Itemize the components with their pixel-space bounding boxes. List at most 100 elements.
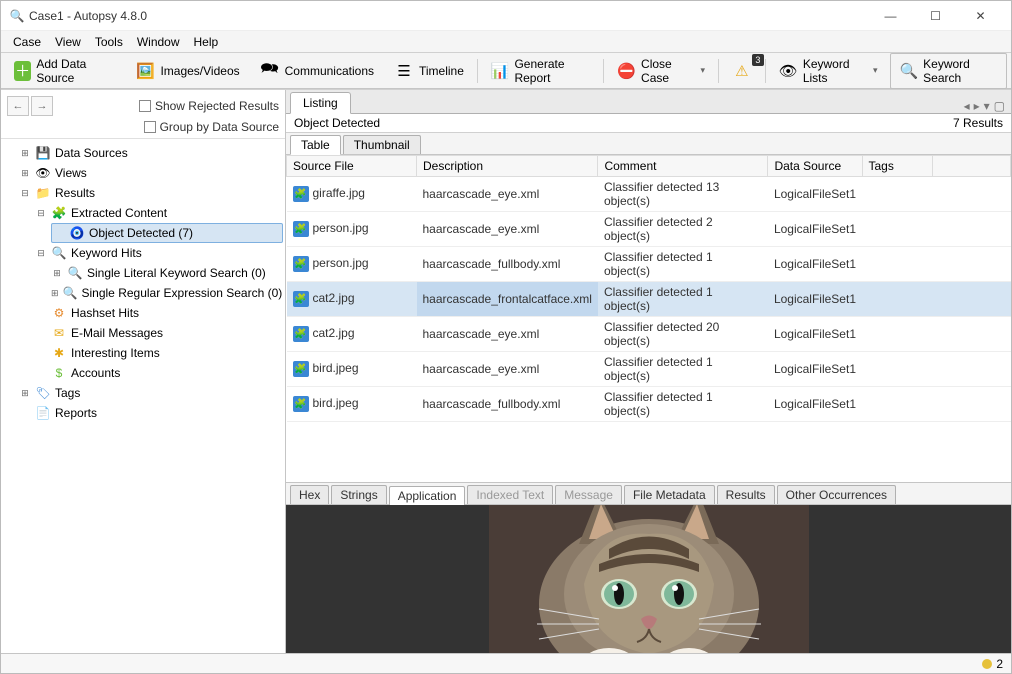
left-pane: ← → Show Rejected Results Group by Data … bbox=[1, 90, 286, 653]
images-videos-label: Images/Videos bbox=[160, 64, 239, 78]
forward-button[interactable]: → bbox=[31, 96, 53, 116]
keyword-lists-button[interactable]: 👁Keyword Lists ▾ bbox=[770, 53, 887, 89]
listing-count: 7 Results bbox=[953, 116, 1003, 130]
keyword-search-label: Keyword Search bbox=[923, 57, 998, 85]
results-icon: 📁 bbox=[35, 185, 51, 201]
keyword-icon: 🔍 bbox=[51, 245, 67, 261]
keyword-search-button[interactable]: 🔍Keyword Search bbox=[890, 53, 1007, 89]
group-by-source-label: Group by Data Source bbox=[160, 120, 279, 134]
report-icon: 📊 bbox=[491, 61, 510, 81]
communications-button[interactable]: 🗪Communications bbox=[251, 57, 383, 85]
group-by-source-checkbox[interactable]: Group by Data Source bbox=[144, 120, 279, 134]
add-data-source-label: Add Data Source bbox=[36, 57, 115, 85]
tree-keyword-hits[interactable]: ⊟🔍Keyword Hits bbox=[3, 243, 283, 263]
table-row[interactable]: 🧩person.jpghaarcascade_eye.xmlClassifier… bbox=[287, 212, 1011, 247]
close-case-button[interactable]: ⛔Close Case▾ bbox=[608, 53, 714, 89]
timeline-button[interactable]: ☰ Timeline bbox=[385, 57, 473, 85]
images-icon: 🖼️ bbox=[135, 61, 155, 81]
close-case-icon: ⛔ bbox=[617, 61, 636, 81]
tab-maximize-icon[interactable]: ▢ bbox=[994, 99, 1005, 113]
file-icon: 🧩 bbox=[293, 326, 309, 342]
table-row[interactable]: 🧩giraffe.jpghaarcascade_eye.xmlClassifie… bbox=[287, 177, 1011, 212]
tab-strings[interactable]: Strings bbox=[331, 485, 386, 504]
warnings-button[interactable]: ⚠3 bbox=[723, 57, 761, 85]
warning-badge: 3 bbox=[752, 54, 764, 66]
back-button[interactable]: ← bbox=[7, 96, 29, 116]
menu-view[interactable]: View bbox=[49, 33, 87, 51]
tree-view[interactable]: ⊞💾Data Sources ⊞👁Views ⊟📁Results ⊟🧩Extra… bbox=[1, 139, 285, 653]
tree-views[interactable]: ⊞👁Views bbox=[3, 163, 283, 183]
table-row[interactable]: 🧩bird.jpeghaarcascade_eye.xmlClassifier … bbox=[287, 352, 1011, 387]
comm-icon: 🗪 bbox=[260, 61, 280, 81]
minimize-button[interactable]: — bbox=[868, 2, 913, 30]
timeline-label: Timeline bbox=[419, 64, 464, 78]
tab-other-occurrences[interactable]: Other Occurrences bbox=[777, 485, 896, 504]
menu-tools[interactable]: Tools bbox=[89, 33, 129, 51]
tree-hashset-hits[interactable]: ⚙Hashset Hits bbox=[3, 303, 283, 323]
close-button[interactable]: ✕ bbox=[958, 2, 1003, 30]
timeline-icon: ☰ bbox=[394, 61, 414, 81]
hashset-icon: ⚙ bbox=[51, 305, 67, 321]
tab-application[interactable]: Application bbox=[389, 486, 466, 505]
tab-next-icon[interactable]: ▸ bbox=[974, 99, 980, 113]
table-row[interactable]: 🧩cat2.jpghaarcascade_frontalcatface.xmlC… bbox=[287, 282, 1011, 317]
search-icon: 🔍 bbox=[67, 265, 83, 281]
content-viewer-tabs: Hex Strings Application Indexed Text Mes… bbox=[286, 483, 1011, 505]
star-icon: ✱ bbox=[51, 345, 67, 361]
image-viewer[interactable] bbox=[286, 505, 1011, 653]
close-case-label: Close Case bbox=[641, 57, 691, 85]
views-icon: 👁 bbox=[35, 165, 51, 181]
maximize-button[interactable]: ☐ bbox=[913, 2, 958, 30]
tree-data-sources[interactable]: ⊞💾Data Sources bbox=[3, 143, 283, 163]
tab-prev-icon[interactable]: ◂ bbox=[964, 99, 970, 113]
results-table-wrap[interactable]: Source File Description Comment Data Sou… bbox=[286, 155, 1011, 422]
object-icon: 🧿 bbox=[69, 225, 85, 241]
tab-hex[interactable]: Hex bbox=[290, 485, 329, 504]
chevron-down-icon: ▾ bbox=[873, 65, 878, 76]
tree-tags[interactable]: ⊞🏷Tags bbox=[3, 383, 283, 403]
extracted-icon: 🧩 bbox=[51, 205, 67, 221]
col-source[interactable]: Source File bbox=[287, 156, 417, 177]
table-row[interactable]: 🧩person.jpghaarcascade_fullbody.xmlClass… bbox=[287, 247, 1011, 282]
tree-object-detected[interactable]: 🧿Object Detected (7) bbox=[51, 223, 283, 243]
col-description[interactable]: Description bbox=[417, 156, 598, 177]
tree-results[interactable]: ⊟📁Results bbox=[3, 183, 283, 203]
show-rejected-checkbox[interactable]: Show Rejected Results bbox=[139, 99, 279, 113]
statusbar: 2 bbox=[1, 653, 1011, 673]
tab-results[interactable]: Results bbox=[717, 485, 775, 504]
tree-single-regex[interactable]: ⊞🔍Single Regular Expression Search (0) bbox=[3, 283, 283, 303]
tree-accounts[interactable]: $Accounts bbox=[3, 363, 283, 383]
generate-report-button[interactable]: 📊Generate Report bbox=[482, 53, 600, 89]
view-table-tab[interactable]: Table bbox=[290, 135, 341, 155]
menu-case[interactable]: Case bbox=[7, 33, 47, 51]
tab-listing[interactable]: Listing bbox=[290, 92, 351, 114]
tab-file-metadata[interactable]: File Metadata bbox=[624, 485, 715, 504]
add-data-source-button[interactable]: ＋Add Data Source bbox=[5, 53, 124, 89]
table-row[interactable]: 🧩cat2.jpghaarcascade_eye.xmlClassifier d… bbox=[287, 317, 1011, 352]
menu-window[interactable]: Window bbox=[131, 33, 186, 51]
email-icon: ✉ bbox=[51, 325, 67, 341]
tree-extracted-content[interactable]: ⊟🧩Extracted Content bbox=[3, 203, 283, 223]
status-count: 2 bbox=[996, 657, 1003, 671]
col-tags[interactable]: Tags bbox=[862, 156, 932, 177]
menu-help[interactable]: Help bbox=[188, 33, 225, 51]
tab-menu-icon[interactable]: ▾ bbox=[984, 99, 990, 113]
tree-interesting-items[interactable]: ✱Interesting Items bbox=[3, 343, 283, 363]
col-data-source[interactable]: Data Source bbox=[768, 156, 862, 177]
keyword-lists-label: Keyword Lists bbox=[803, 57, 864, 85]
tab-indexed-text[interactable]: Indexed Text bbox=[467, 485, 553, 504]
separator bbox=[718, 59, 719, 83]
eye-icon: 👁 bbox=[779, 61, 798, 81]
images-videos-button[interactable]: 🖼️ Images/Videos bbox=[126, 57, 248, 85]
tab-message[interactable]: Message bbox=[555, 485, 622, 504]
file-icon: 🧩 bbox=[293, 361, 309, 377]
table-row[interactable]: 🧩bird.jpeghaarcascade_fullbody.xmlClassi… bbox=[287, 387, 1011, 422]
generate-report-label: Generate Report bbox=[514, 57, 590, 85]
view-thumbnail-tab[interactable]: Thumbnail bbox=[343, 135, 421, 154]
col-comment[interactable]: Comment bbox=[598, 156, 768, 177]
tree-reports[interactable]: 📄Reports bbox=[3, 403, 283, 423]
file-icon: 🧩 bbox=[293, 221, 309, 237]
tree-email-messages[interactable]: ✉E-Mail Messages bbox=[3, 323, 283, 343]
tree-single-literal[interactable]: ⊞🔍Single Literal Keyword Search (0) bbox=[3, 263, 283, 283]
separator bbox=[477, 59, 478, 83]
